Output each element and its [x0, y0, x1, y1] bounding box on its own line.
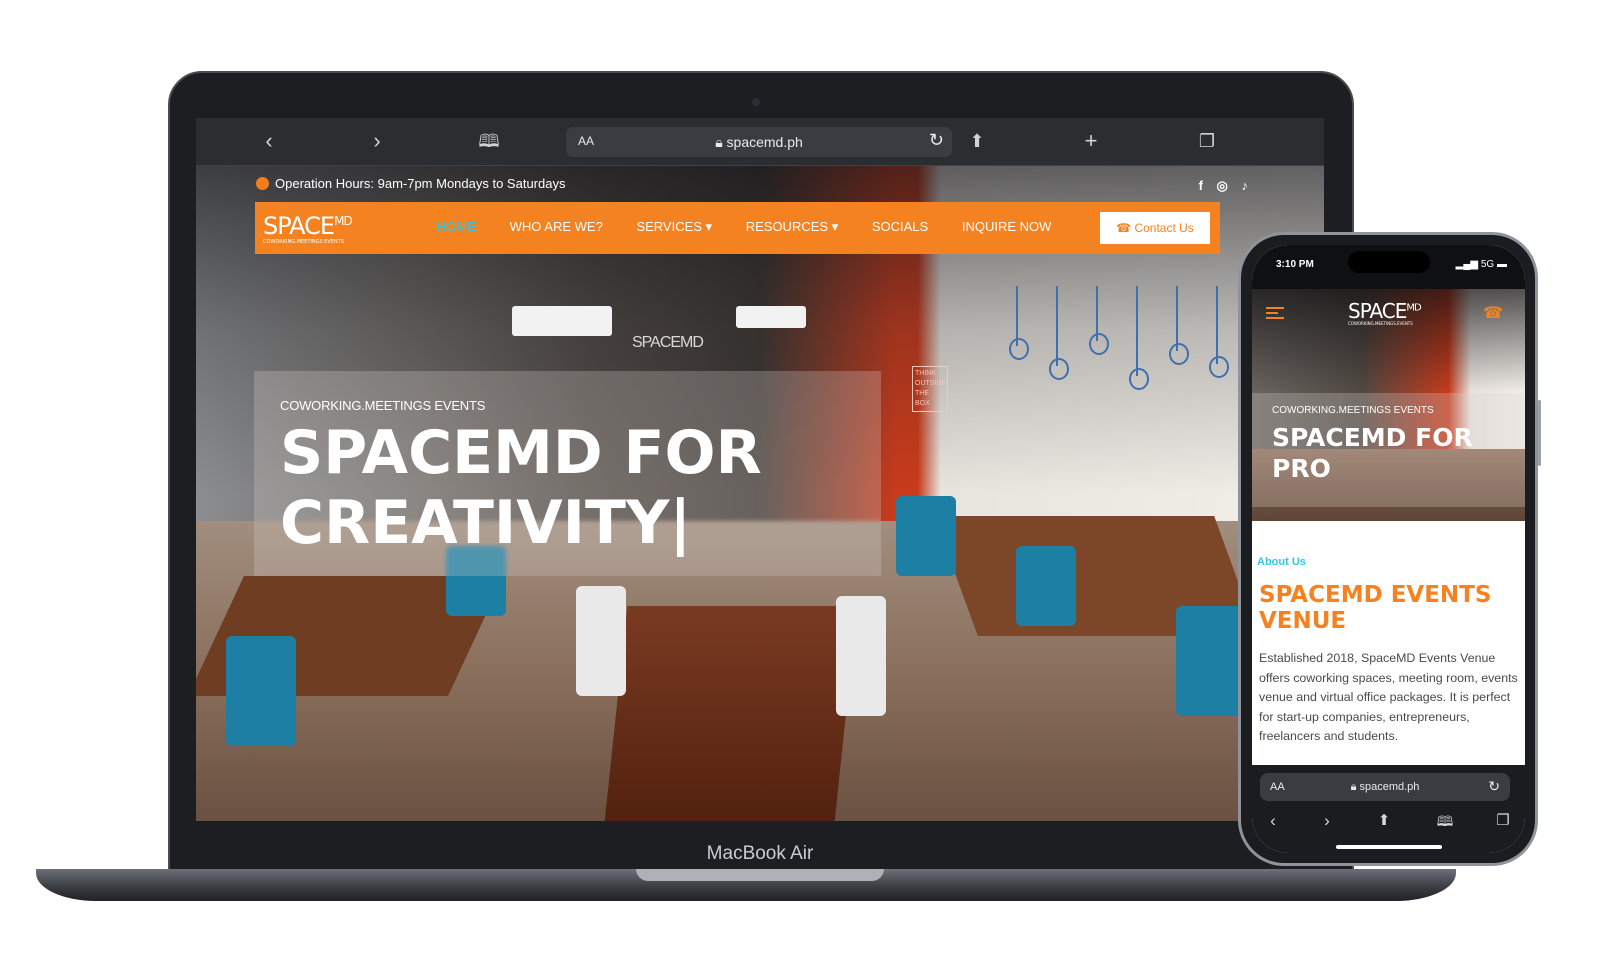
- about-label-text: About Us: [1257, 556, 1306, 568]
- back-icon[interactable]: ‹: [1258, 811, 1288, 831]
- forward-icon[interactable]: ›: [1312, 811, 1342, 831]
- laptop-screen: ‹ › 🕮 AA 🔒︎ spacemd.ph ↻ ⬆︎ + ❐ SPACEMD …: [196, 118, 1324, 821]
- about-body: Established 2018, SpaceMD Events Venue o…: [1259, 651, 1518, 744]
- table: [604, 606, 858, 821]
- facebook-icon[interactable]: f: [1199, 178, 1203, 193]
- contact-us-button[interactable]: ☎ Contact Us: [1100, 212, 1210, 244]
- laptop-camera: [752, 98, 760, 106]
- hero-title: SPACEMD FOR CREATIVITY|: [280, 418, 762, 558]
- site-logo[interactable]: SPACEMD COWORKING.MEETINGS.EVENTS: [263, 212, 353, 245]
- nav-who-are-we[interactable]: WHO ARE WE?: [510, 219, 603, 234]
- nav-services[interactable]: SERVICES ▾: [636, 219, 712, 234]
- tabs-icon[interactable]: ❐: [1192, 126, 1222, 156]
- about-title: SPACEMD EVENTS VENUE: [1259, 582, 1492, 634]
- about-section: About Us SPACEMD EVENTS VENUE Establishe…: [1252, 245, 1525, 765]
- laptop-hinge-notch: [636, 869, 884, 881]
- chair: [896, 496, 956, 576]
- phone-icon: ☎: [1116, 221, 1135, 235]
- logo-main: SPACE: [263, 212, 335, 240]
- wall-logo: SPACEMD: [632, 334, 704, 351]
- tabs-icon[interactable]: ❐: [1488, 811, 1518, 829]
- social-links: f ◎ ♪: [1189, 178, 1248, 194]
- phone-screen: 3:10 PM ▂▄▆ 5G ▬ SPACEMD COWORKING.MEETI…: [1252, 245, 1525, 853]
- share-icon[interactable]: ⬆︎: [1369, 811, 1399, 829]
- aircon-unit: [736, 306, 806, 328]
- phone-browser-controls: ‹ › ⬆︎ 🕮 ❐: [1252, 811, 1525, 837]
- url-value: spacemd.ph: [726, 134, 803, 150]
- chair: [576, 586, 626, 696]
- phone-address-bar[interactable]: AA 🔒︎ spacemd.ph ↻: [1260, 773, 1510, 801]
- aircon-unit: [512, 306, 612, 336]
- nav-home[interactable]: HOME: [437, 219, 476, 234]
- nav-resources[interactable]: RESOURCES ▾: [746, 219, 839, 234]
- bookmarks-icon[interactable]: 🕮: [1430, 811, 1460, 835]
- url-text: 🔒︎ spacemd.ph: [1260, 781, 1510, 794]
- chair: [836, 596, 886, 716]
- share-icon[interactable]: ⬆︎: [962, 126, 992, 156]
- site-navbar: SPACEMD COWORKING.MEETINGS.EVENTS HOME W…: [255, 202, 1220, 254]
- wall-sign: THINK OUTSIDE THE BOX: [912, 366, 948, 412]
- lock-icon: 🔒︎: [715, 134, 727, 150]
- browser-toolbar: ‹ › 🕮 AA 🔒︎ spacemd.ph ↻ ⬆︎ + ❐: [196, 118, 1324, 166]
- home-indicator: [1336, 845, 1442, 849]
- tiktok-icon[interactable]: ♪: [1242, 178, 1249, 193]
- device-label: MacBook Air: [706, 843, 814, 864]
- nav-inquire-now[interactable]: INQUIRE NOW: [962, 219, 1052, 234]
- url-value: spacemd.ph: [1359, 781, 1420, 793]
- logo-tagline: COWORKING.MEETINGS.EVENTS: [263, 239, 344, 245]
- hours-bar: Operation Hours: 9am-7pm Mondays to Satu…: [256, 176, 1324, 202]
- phone-browser-bar: AA 🔒︎ spacemd.ph ↻ ‹ › ⬆︎ 🕮 ❐: [1252, 765, 1525, 853]
- instagram-icon[interactable]: ◎: [1217, 178, 1228, 193]
- reload-icon[interactable]: ↻: [929, 130, 944, 151]
- device-mockup: ‹ › 🕮 AA 🔒︎ spacemd.ph ↻ ⬆︎ + ❐ SPACEMD …: [0, 0, 1623, 976]
- about-label: About Us: [1257, 556, 1308, 568]
- bookmarks-icon[interactable]: 🕮: [474, 126, 504, 156]
- hours-text: Operation Hours: 9am-7pm Mondays to Satu…: [275, 176, 566, 191]
- hero-subtitle: COWORKING.MEETINGS EVENTS: [280, 398, 486, 413]
- nav-socials[interactable]: SOCIALS: [872, 219, 928, 234]
- address-bar[interactable]: AA 🔒︎ spacemd.ph ↻: [566, 127, 952, 157]
- phone-side-button: [1538, 400, 1541, 466]
- reload-icon[interactable]: ↻: [1488, 778, 1500, 795]
- forward-icon[interactable]: ›: [362, 126, 392, 156]
- main-nav: HOME WHO ARE WE? SERVICES ▾ RESOURCES ▾ …: [437, 219, 1081, 235]
- new-tab-icon[interactable]: +: [1076, 126, 1106, 156]
- url-text: 🔒︎ spacemd.ph: [566, 134, 952, 151]
- contact-label: Contact Us: [1134, 221, 1194, 235]
- clock-icon: [256, 177, 269, 190]
- back-icon[interactable]: ‹: [254, 126, 284, 156]
- chair: [226, 636, 296, 746]
- logo-sup: MD: [334, 214, 353, 228]
- chair: [1016, 546, 1076, 626]
- website-viewport: SPACEMD THINK OUTSIDE THE BOX Operation …: [196, 166, 1324, 821]
